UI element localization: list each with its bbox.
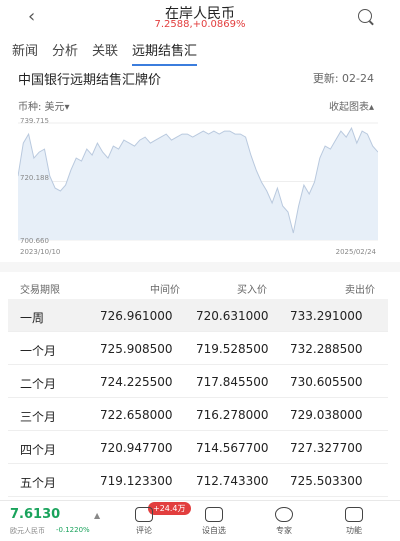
row-middle-price: 719.123300: [100, 474, 173, 488]
row-sell-price: 732.288500: [290, 342, 363, 356]
tab-analysis[interactable]: 分析: [52, 40, 78, 64]
chart-svg: [17, 122, 379, 241]
row-middle-price: 724.225500: [100, 375, 173, 389]
collapse-chart-button[interactable]: 收起图表▴: [329, 98, 374, 113]
update-time: 更新: 02-24: [312, 72, 374, 85]
expand-arrow-icon[interactable]: ▲: [94, 511, 100, 520]
row-term: 一周: [20, 311, 45, 325]
search-icon[interactable]: [358, 9, 372, 23]
table-row[interactable]: 一个月 725.908500 719.528500 732.288500: [8, 332, 388, 365]
nav-expert[interactable]: 专家: [264, 507, 304, 536]
col-header-sell: 卖出价: [345, 285, 375, 296]
related-price[interactable]: 7.6130: [10, 507, 60, 522]
x-tick-label: 2023/10/10: [20, 248, 61, 256]
divider-band: [0, 262, 400, 272]
related-price-change: -0.1220%: [56, 526, 90, 534]
row-sell-price: 733.291000: [290, 309, 363, 323]
section-title: 中国银行远期结售汇牌价: [18, 73, 162, 88]
row-buy-price: 717.845500: [196, 375, 269, 389]
row-middle-price: 725.908500: [100, 342, 173, 356]
comment-icon: [135, 507, 153, 522]
series-area: [18, 128, 378, 240]
row-sell-price: 730.605500: [290, 375, 363, 389]
tab-related[interactable]: 关联: [92, 40, 118, 64]
row-middle-price: 726.961000: [100, 309, 173, 323]
row-buy-price: 712.743300: [196, 474, 269, 488]
row-middle-price: 722.658000: [100, 408, 173, 422]
y-tick-label: 720.188: [20, 174, 49, 182]
line-chart: 739.715 720.188 700.660 2023/10/10 2025/…: [17, 115, 379, 260]
nav-label: 设自选: [202, 526, 226, 535]
nav-comment[interactable]: 评论: [124, 507, 164, 536]
currency-selector[interactable]: 币种: 美元▾: [18, 98, 70, 113]
price-change-subtitle: 7.2588,+0.0869%: [154, 19, 246, 30]
y-tick-label: 700.660: [20, 237, 49, 245]
add-favorite-icon: [205, 507, 223, 522]
table-row[interactable]: 一周 726.961000 720.631000 733.291000: [8, 299, 388, 332]
tab-news[interactable]: 新闻: [12, 40, 38, 64]
header: ‹ 在岸人民币 7.2588,+0.0869%: [0, 0, 400, 36]
row-term: 四个月: [20, 443, 57, 457]
col-header-term: 交易期限: [20, 285, 60, 296]
row-term: 三个月: [20, 410, 57, 424]
row-sell-price: 727.327700: [290, 441, 363, 455]
bottom-bar: 7.6130 ▲ 欧元人民币 -0.1220% +24.4万 评论 设自选 专家…: [0, 500, 400, 541]
expert-icon: [275, 507, 293, 522]
col-header-buy: 买入价: [237, 285, 267, 296]
x-tick-label: 2025/02/24: [335, 248, 376, 256]
nav-label: 评论: [136, 526, 152, 535]
row-buy-price: 716.278000: [196, 408, 269, 422]
tab-forward-fx[interactable]: 远期结售汇: [132, 40, 198, 66]
col-header-middle: 中间价: [150, 285, 180, 296]
row-term: 一个月: [20, 344, 57, 358]
nav-function[interactable]: 功能: [334, 507, 374, 536]
row-term: 五个月: [20, 476, 57, 490]
row-buy-price: 720.631000: [196, 309, 269, 323]
row-term: 二个月: [20, 377, 57, 391]
row-buy-price: 714.567700: [196, 441, 269, 455]
y-tick-label: 739.715: [20, 117, 49, 125]
nav-label: 功能: [346, 526, 362, 535]
row-sell-price: 729.038000: [290, 408, 363, 422]
table-row[interactable]: 三个月 722.658000 716.278000 729.038000: [8, 398, 388, 431]
table-row[interactable]: 四个月 720.947700 714.567700 727.327700: [8, 431, 388, 464]
tab-bar: 新闻 分析 关联 远期结售汇: [12, 40, 211, 66]
row-sell-price: 725.503300: [290, 474, 363, 488]
table-header: 交易期限 中间价 买入价 卖出价: [0, 276, 400, 298]
table-row[interactable]: 五个月 719.123300 712.743300 725.503300: [8, 464, 388, 497]
nav-label: 专家: [276, 526, 292, 535]
related-price-label: 欧元人民币: [10, 527, 45, 535]
row-buy-price: 719.528500: [196, 342, 269, 356]
row-middle-price: 720.947700: [100, 441, 173, 455]
function-icon: [345, 507, 363, 522]
nav-add-favorite[interactable]: 设自选: [194, 507, 234, 536]
table-row[interactable]: 二个月 724.225500 717.845500 730.605500: [8, 365, 388, 398]
